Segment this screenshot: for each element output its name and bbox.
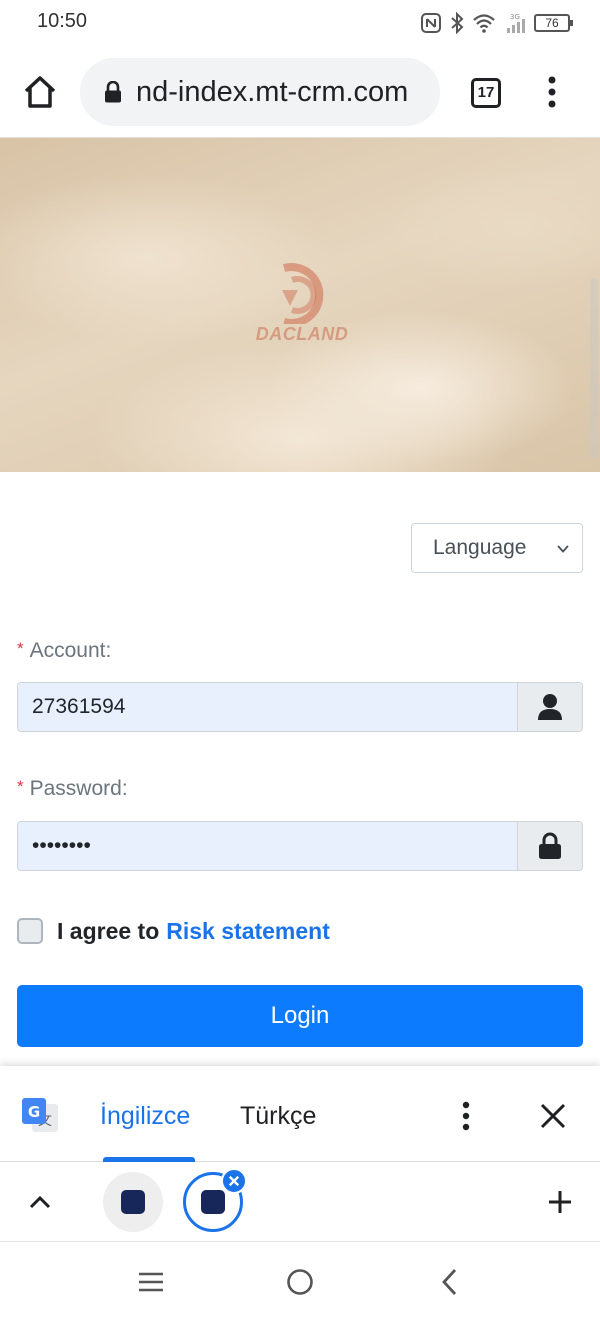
login-button[interactable]: Login xyxy=(17,985,583,1047)
user-icon xyxy=(538,694,562,720)
recents-icon[interactable] xyxy=(138,1271,164,1293)
password-input-group xyxy=(17,821,583,871)
translate-more-icon[interactable] xyxy=(456,1100,476,1132)
language-select-value: Language xyxy=(433,536,527,559)
wifi-icon xyxy=(473,14,495,33)
site-favicon-icon xyxy=(121,1190,145,1214)
agree-text: I agree to xyxy=(57,917,160,944)
nfc-icon xyxy=(421,13,441,33)
svg-text:3G: 3G xyxy=(510,13,520,21)
address-bar[interactable]: nd-index.mt-crm.com xyxy=(80,58,440,126)
logo-text: DACLAND xyxy=(255,324,349,344)
required-marker: * xyxy=(17,777,24,796)
hero-banner: DACLAND xyxy=(0,138,600,472)
required-marker: * xyxy=(17,639,24,658)
close-icon[interactable] xyxy=(540,1103,566,1129)
tab-switcher-button[interactable]: 17 xyxy=(471,78,501,108)
translate-bar: 文 G İngilizce Türkçe xyxy=(0,1066,600,1162)
status-bar: 10:50 3G 76 xyxy=(0,0,600,46)
account-input[interactable] xyxy=(18,683,517,731)
tab-thumbnail[interactable] xyxy=(103,1172,163,1232)
back-icon[interactable] xyxy=(440,1268,460,1296)
signal-icon: 3G xyxy=(507,13,525,33)
more-menu-icon[interactable] xyxy=(540,74,564,110)
scrollbar[interactable] xyxy=(590,278,598,458)
chevron-down-icon xyxy=(557,545,569,553)
account-addon xyxy=(517,683,582,731)
bluetooth-icon xyxy=(451,12,464,34)
browser-toolbar: nd-index.mt-crm.com 17 xyxy=(0,46,600,138)
tab-strip xyxy=(0,1162,600,1242)
account-label: * Account: xyxy=(17,639,112,662)
status-icons: 3G 76 xyxy=(420,10,573,36)
chevron-up-icon[interactable] xyxy=(28,1192,52,1212)
risk-statement-link[interactable]: Risk statement xyxy=(166,918,330,945)
site-favicon-icon xyxy=(201,1190,225,1214)
new-tab-plus-icon[interactable] xyxy=(548,1190,572,1214)
close-tab-icon[interactable] xyxy=(221,1168,247,1194)
lock-icon xyxy=(105,81,121,103)
password-addon xyxy=(517,822,582,870)
battery-icon: 76 xyxy=(534,14,573,32)
language-select[interactable]: Language xyxy=(411,523,583,573)
home-circle-icon[interactable] xyxy=(286,1268,314,1296)
logo-mark-icon xyxy=(282,263,324,327)
agree-checkbox[interactable] xyxy=(17,918,43,944)
url-text: nd-index.mt-crm.com xyxy=(136,75,409,108)
home-icon[interactable] xyxy=(22,74,58,110)
password-label: * Password: xyxy=(17,777,128,800)
agree-row: I agree to Risk statement xyxy=(17,916,330,946)
status-time: 10:50 xyxy=(37,10,88,32)
system-nav-bar xyxy=(0,1242,600,1322)
svg-text:G: G xyxy=(28,1103,40,1121)
google-translate-icon[interactable]: 文 G xyxy=(20,1096,60,1136)
password-input[interactable] xyxy=(18,822,517,870)
brand-logo: DACLAND xyxy=(248,260,356,350)
lock-icon xyxy=(539,832,561,859)
tab-target-language[interactable]: Türkçe xyxy=(240,1102,316,1131)
account-input-group xyxy=(17,682,583,732)
tab-source-language[interactable]: İngilizce xyxy=(100,1102,190,1131)
